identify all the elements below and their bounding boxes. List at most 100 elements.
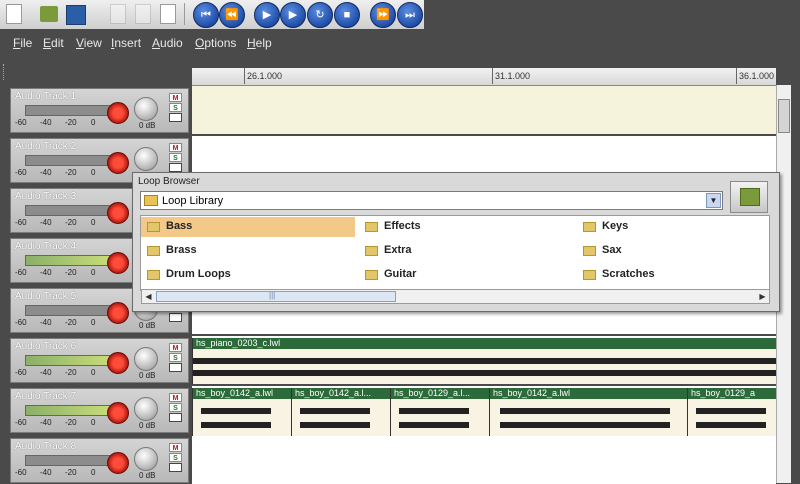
record-arm-button[interactable] bbox=[107, 152, 129, 174]
track-name[interactable]: Audio Track 6 bbox=[15, 341, 76, 352]
loop-folder-sax[interactable]: Sax bbox=[577, 241, 791, 261]
track-header-1[interactable]: Audio Track 1 -60 -40 -20 0 0 dB M S bbox=[10, 88, 189, 133]
audio-clip[interactable]: hs_boy_0129_a bbox=[687, 388, 776, 436]
meter-scale-label: -60 bbox=[15, 418, 27, 427]
audio-clip[interactable]: hs_boy_0142_a.lwl bbox=[192, 388, 291, 436]
record-arm-button[interactable] bbox=[107, 452, 129, 474]
record-mode-button[interactable] bbox=[169, 363, 182, 372]
meter-scale-label: -60 bbox=[15, 118, 27, 127]
timeline-ruler[interactable]: 26.1.000 31.1.000 36.1.000 bbox=[192, 68, 776, 86]
volume-knob[interactable] bbox=[134, 97, 158, 121]
loop-location-value: Loop Library bbox=[162, 195, 224, 207]
meter-scale-label: -20 bbox=[65, 268, 77, 277]
track-header-7[interactable]: Audio Track 7 -60 -40 -20 0 0 dB M S bbox=[10, 388, 189, 433]
loop-folder-scratches[interactable]: Scratches bbox=[577, 265, 791, 285]
record-arm-button[interactable] bbox=[107, 202, 129, 224]
loop-folder-guitar[interactable]: Guitar bbox=[359, 265, 573, 285]
loop-browser-horizontal-scrollbar[interactable]: ◀ ||| ▶ bbox=[141, 289, 770, 304]
new-file-icon[interactable] bbox=[6, 4, 22, 24]
menu-insert[interactable]: Insert bbox=[111, 36, 141, 50]
mute-button[interactable]: M bbox=[169, 93, 182, 102]
record-mode-button[interactable] bbox=[169, 113, 182, 122]
chevron-right-icon[interactable]: ▶ bbox=[756, 290, 769, 303]
cut-icon[interactable] bbox=[110, 4, 126, 24]
record-arm-button[interactable] bbox=[107, 102, 129, 124]
play-icon[interactable]: ▶ bbox=[254, 2, 280, 28]
track-name[interactable]: Audio Track 4 bbox=[15, 241, 76, 252]
loop-location-dropdown[interactable]: Loop Library ▼ bbox=[140, 191, 723, 210]
vertical-scroll-thumb[interactable] bbox=[778, 99, 790, 133]
loop-browser-panel[interactable]: Loop Browser Loop Library ▼ Bass Effects… bbox=[132, 172, 780, 312]
volume-knob[interactable] bbox=[134, 147, 158, 171]
loop-folder-drum-loops[interactable]: Drum Loops bbox=[141, 265, 355, 285]
loop-folder-label: Brass bbox=[166, 244, 197, 256]
solo-button[interactable]: S bbox=[169, 103, 182, 112]
track-header-8[interactable]: Audio Track 8 -60 -40 -20 0 0 dB M S bbox=[10, 438, 189, 483]
solo-button[interactable]: S bbox=[169, 153, 182, 162]
loop-icon[interactable]: ↻ bbox=[307, 2, 333, 28]
loop-folder-extra[interactable]: Extra bbox=[359, 241, 573, 261]
audio-clip[interactable]: hs_boy_0142_a.lwl bbox=[489, 388, 687, 436]
record-mode-button[interactable] bbox=[169, 413, 182, 422]
open-folder-icon[interactable] bbox=[40, 6, 58, 22]
menu-options[interactable]: Options bbox=[195, 36, 236, 50]
record-arm-button[interactable] bbox=[107, 402, 129, 424]
meter-scale-label: -20 bbox=[65, 168, 77, 177]
loop-folder-effects[interactable]: Effects bbox=[359, 217, 573, 237]
clip-name: hs_boy_0142_a.lwl bbox=[193, 388, 291, 399]
solo-button[interactable]: S bbox=[169, 403, 182, 412]
forward-end-icon[interactable]: ⏭ bbox=[397, 2, 423, 28]
track-name[interactable]: Audio Track 2 bbox=[15, 141, 76, 152]
folder-icon bbox=[144, 195, 158, 206]
volume-knob[interactable] bbox=[134, 347, 158, 371]
track-name[interactable]: Audio Track 3 bbox=[15, 191, 76, 202]
menu-help[interactable]: Help bbox=[247, 36, 272, 50]
mute-button[interactable]: M bbox=[169, 343, 182, 352]
record-arm-button[interactable] bbox=[107, 252, 129, 274]
volume-knob[interactable] bbox=[134, 397, 158, 421]
track-name[interactable]: Audio Track 7 bbox=[15, 391, 76, 402]
track-name[interactable]: Audio Track 8 bbox=[15, 441, 76, 452]
paste-icon[interactable] bbox=[160, 4, 176, 24]
record-mode-button[interactable] bbox=[169, 163, 182, 172]
menu-file[interactable]: File bbox=[13, 36, 32, 50]
mute-button[interactable]: M bbox=[169, 443, 182, 452]
solo-button[interactable]: S bbox=[169, 353, 182, 362]
record-mode-button[interactable] bbox=[169, 463, 182, 472]
track-name[interactable]: Audio Track 5 bbox=[15, 291, 76, 302]
browse-folder-button[interactable] bbox=[730, 181, 768, 213]
chevron-left-icon[interactable]: ◀ bbox=[142, 290, 155, 303]
rewind-icon[interactable]: ⏪ bbox=[219, 2, 245, 28]
stop-icon[interactable]: ■ bbox=[334, 2, 360, 28]
menu-view[interactable]: View bbox=[76, 36, 102, 50]
track-header-6[interactable]: Audio Track 6 -60 -40 -20 0 0 dB M S bbox=[10, 338, 189, 383]
track-lane-1[interactable] bbox=[192, 86, 776, 134]
record-arm-button[interactable] bbox=[107, 352, 129, 374]
menu-audio[interactable]: Audio bbox=[152, 36, 183, 50]
record-mode-button[interactable] bbox=[169, 313, 182, 322]
rewind-start-icon[interactable]: ⏮ bbox=[193, 2, 219, 28]
copy-icon[interactable] bbox=[135, 4, 151, 24]
loop-folder-brass[interactable]: Brass bbox=[141, 241, 355, 261]
mute-button[interactable]: M bbox=[169, 393, 182, 402]
volume-knob[interactable] bbox=[134, 447, 158, 471]
audio-clip[interactable]: hs_piano_0203_c.lwl bbox=[192, 338, 776, 384]
track-name[interactable]: Audio Track 1 bbox=[15, 91, 76, 102]
audio-clip[interactable]: hs_boy_0129_a.l... bbox=[390, 388, 489, 436]
play-selection-icon[interactable]: ▶ bbox=[280, 2, 306, 28]
fast-forward-icon[interactable]: ⏩ bbox=[370, 2, 396, 28]
save-icon[interactable] bbox=[66, 5, 86, 25]
menu-edit[interactable]: Edit bbox=[43, 36, 64, 50]
chevron-down-icon[interactable]: ▼ bbox=[706, 193, 721, 208]
mute-button[interactable]: M bbox=[169, 143, 182, 152]
record-arm-button[interactable] bbox=[107, 302, 129, 324]
horizontal-scroll-thumb[interactable]: ||| bbox=[156, 291, 396, 302]
loop-folder-list[interactable]: Bass Effects Keys Brass Extra Sax Drum L… bbox=[140, 215, 770, 291]
solo-button[interactable]: S bbox=[169, 453, 182, 462]
track-lane-8[interactable] bbox=[192, 436, 776, 484]
folder-icon bbox=[147, 222, 160, 232]
audio-clip[interactable]: hs_boy_0142_a.l... bbox=[291, 388, 390, 436]
loop-folder-keys[interactable]: Keys bbox=[577, 217, 791, 237]
track-level-meter bbox=[25, 255, 111, 266]
loop-folder-bass[interactable]: Bass bbox=[141, 217, 355, 237]
